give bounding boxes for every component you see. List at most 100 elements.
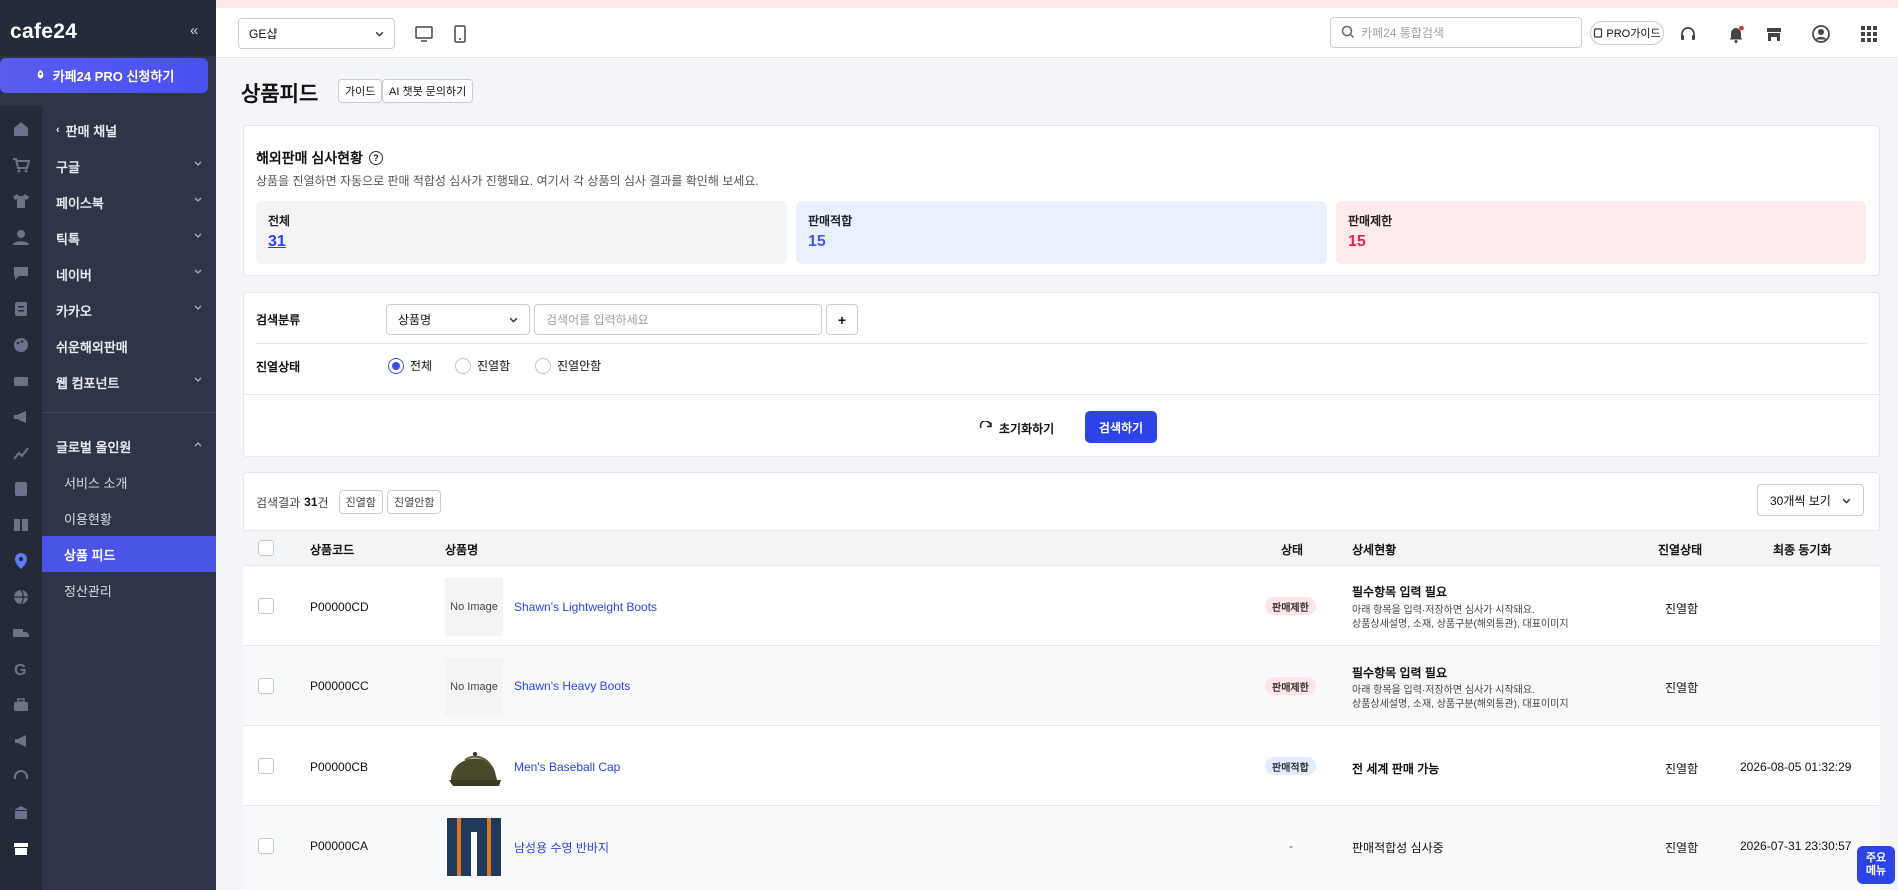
stat-value[interactable]: 31: [268, 233, 775, 251]
row-checkbox[interactable]: [258, 838, 274, 854]
calculator-icon[interactable]: [12, 480, 30, 498]
row-checkbox[interactable]: [258, 598, 274, 614]
location-icon[interactable]: [12, 552, 30, 570]
google-g-icon[interactable]: G: [12, 660, 30, 679]
status-text: -: [1289, 839, 1293, 853]
col-display: 진열상태: [1658, 543, 1703, 557]
reset-button[interactable]: 초기화하기: [979, 413, 1054, 443]
detail-line: 상품상세설명, 소재, 상품구분(해외통관), 대표이미지: [1352, 699, 1569, 710]
menu-item-web-component[interactable]: 웹 컴포넌트: [42, 364, 216, 400]
keyword-input[interactable]: 검색어를 입력하세요: [534, 304, 822, 335]
cafe24-logo[interactable]: cafe24: [10, 20, 77, 44]
row-checkbox[interactable]: [258, 678, 274, 694]
home-icon[interactable]: [12, 120, 30, 138]
product-code: P00000CA: [310, 839, 369, 853]
radio-not-displayed[interactable]: 진열안함: [535, 357, 601, 374]
menu-item-facebook[interactable]: 페이스북: [42, 184, 216, 220]
per-page-select[interactable]: 30개씩 보기: [1757, 484, 1864, 516]
coupon-icon[interactable]: [12, 372, 30, 390]
chat-icon[interactable]: [12, 264, 30, 282]
sub-item-usage[interactable]: 이용현황: [42, 500, 216, 536]
no-image-placeholder: No Image: [445, 658, 503, 716]
chevron-down-icon: [194, 377, 202, 382]
search-button[interactable]: 검색하기: [1085, 411, 1157, 443]
pro-apply-button[interactable]: 카페24 PRO 신청하기: [0, 58, 208, 93]
menu-item-naver[interactable]: 네이버: [42, 256, 216, 292]
product-thumbnail-cap[interactable]: [445, 738, 503, 796]
user-icon[interactable]: [12, 228, 30, 246]
store-icon[interactable]: [12, 840, 30, 858]
menu-item-kakao[interactable]: 카카오: [42, 292, 216, 328]
help-icon[interactable]: ?: [368, 151, 383, 165]
shirt-icon[interactable]: [12, 192, 30, 210]
bulk-hide-button[interactable]: 진열안함: [386, 490, 442, 514]
chart-icon[interactable]: [12, 444, 30, 462]
pro-guide-button[interactable]: PRO가이드: [1590, 21, 1664, 45]
globe-icon[interactable]: [12, 588, 30, 606]
status-badge: 판매제한: [1265, 677, 1316, 695]
announce-icon[interactable]: [12, 732, 30, 750]
menu-divider: [42, 412, 216, 413]
menu-label: 카카오: [56, 303, 92, 319]
chevron-down-icon: [509, 317, 518, 323]
global-search-input[interactable]: 카페24 통합검색: [1330, 17, 1582, 48]
mobile-view-icon[interactable]: [450, 24, 470, 44]
back-to-sales-channel[interactable]: ‹ 판매 채널: [42, 112, 216, 148]
stat-total[interactable]: 전체 31: [256, 201, 787, 264]
table-row: P00000CA 남성용 수영 반바지 - 판매적합성 심사중 진열함 2026…: [243, 806, 1880, 890]
shop-select[interactable]: GE샵: [238, 18, 395, 49]
search-category-select[interactable]: 상품명: [386, 304, 530, 335]
guide-chip[interactable]: 가이드: [338, 79, 383, 103]
menu-label: 네이버: [56, 267, 92, 283]
account-icon[interactable]: [1811, 24, 1831, 44]
document-icon[interactable]: [12, 300, 30, 318]
collapse-sidebar-icon[interactable]: «: [190, 22, 198, 39]
detail-title: 판매적합성 심사중: [1352, 841, 1444, 855]
headset-icon[interactable]: [1678, 24, 1698, 44]
row-checkbox[interactable]: [258, 758, 274, 774]
bulk-display-button[interactable]: 진열함: [338, 490, 383, 514]
menu-item-global-allinone[interactable]: 글로벌 올인원: [42, 428, 216, 464]
truck-icon[interactable]: [12, 624, 30, 642]
radio-all[interactable]: 전체: [388, 357, 432, 374]
product-name-link[interactable]: Men's Baseball Cap: [514, 760, 620, 774]
product-name-link[interactable]: Shawn's Lightweight Boots: [514, 600, 657, 614]
stat-sale-ok[interactable]: 판매적합 15: [796, 201, 1327, 264]
cart-icon[interactable]: [12, 156, 31, 174]
product-name-link[interactable]: 남성용 수영 반바지: [514, 839, 609, 856]
select-all-checkbox[interactable]: [258, 540, 274, 556]
result-suffix: 건: [317, 495, 329, 510]
quick-menu-button[interactable]: 주요 메뉴: [1857, 846, 1895, 884]
menu-item-google[interactable]: 구글: [42, 148, 216, 184]
chevron-down-icon: [194, 161, 202, 166]
page-title: 상품피드: [241, 83, 319, 106]
menu-item-easy-overseas[interactable]: 쉬운해외판매: [42, 328, 216, 364]
detail-title: 필수항목 입력 필요: [1352, 585, 1447, 599]
product-thumbnail-shorts[interactable]: [445, 818, 503, 876]
bank-icon[interactable]: [12, 804, 30, 822]
display-status: 진열함: [1665, 762, 1699, 776]
review-description: 상품을 진열하면 자동으로 판매 적합성 심사가 진행돼요. 여기서 각 상품의…: [256, 174, 759, 188]
book-icon[interactable]: [12, 516, 30, 534]
sub-item-settlement[interactable]: 정산관리: [42, 572, 216, 608]
headset-icon[interactable]: [12, 768, 30, 786]
result-count: 31: [304, 495, 318, 509]
svg-text:G: G: [14, 662, 26, 678]
radio-displayed[interactable]: 진열함: [455, 357, 510, 374]
megaphone-icon[interactable]: [12, 408, 30, 426]
palette-icon[interactable]: [12, 336, 30, 354]
app-grid-icon[interactable]: [1859, 24, 1879, 44]
product-name-link[interactable]: Shawn's Heavy Boots: [514, 679, 630, 693]
review-title-text: 해외판매 심사현황: [256, 150, 363, 166]
stat-sale-restricted[interactable]: 판매제한 15: [1336, 201, 1866, 264]
notification-bell-icon[interactable]: [1726, 24, 1746, 44]
briefcase-icon[interactable]: [12, 696, 30, 714]
sub-item-service-intro[interactable]: 서비스 소개: [42, 464, 216, 500]
store-front-icon[interactable]: [1764, 24, 1784, 44]
menu-item-tiktok[interactable]: 틱톡: [42, 220, 216, 256]
add-search-row-button[interactable]: +: [826, 304, 858, 335]
detail-title: 전 세계 판매 가능: [1352, 762, 1440, 776]
ai-chatbot-chip[interactable]: AI 챗봇 문의하기: [382, 79, 474, 103]
desktop-view-icon[interactable]: [414, 24, 434, 44]
sub-item-product-feed[interactable]: 상품 피드: [42, 536, 216, 572]
